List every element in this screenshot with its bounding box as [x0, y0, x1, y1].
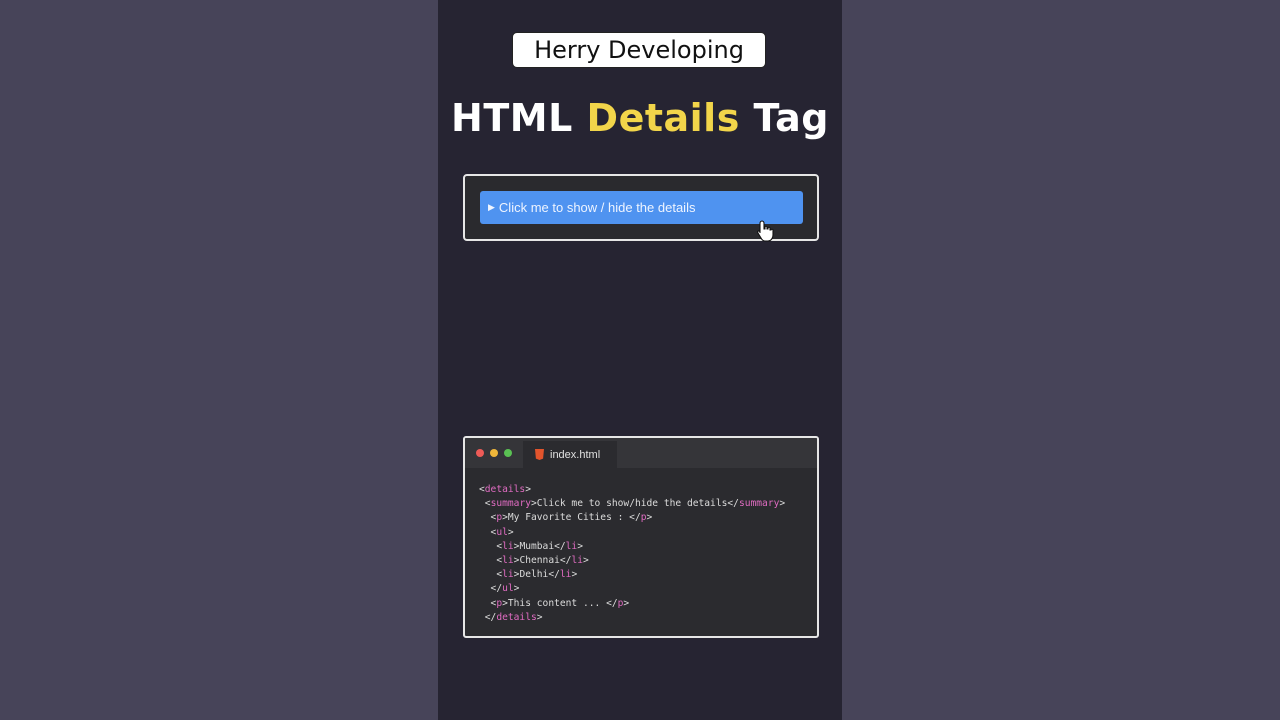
html5-icon	[535, 449, 544, 460]
code-line: <p>This content ... </p>	[479, 597, 785, 611]
code-tag-name: details	[484, 484, 526, 495]
video-frame: Herry Developing HTML Details Tag ▶ Clic…	[438, 0, 842, 720]
code-text: </	[479, 583, 503, 595]
minimize-window-dot[interactable]	[490, 449, 498, 457]
code-tag-name: details	[496, 611, 537, 623]
code-line: <summary>Click me to show/hide the detai…	[479, 497, 785, 511]
page-title: HTML Details Tag	[438, 96, 842, 140]
code-text: >Mumbai</	[513, 540, 566, 552]
code-line: </details>	[479, 611, 785, 625]
code-block: <details> <summary>Click me to show/hide…	[479, 483, 785, 625]
code-text: <	[479, 569, 503, 581]
code-text: >	[571, 569, 578, 581]
code-text: <	[479, 512, 497, 524]
code-line: <li>Mumbai</li>	[479, 540, 785, 554]
code-text: >This content ... </	[502, 597, 618, 609]
code-text: >	[583, 555, 589, 567]
code-editor-window: index.html <details> <summary>Click me t…	[463, 436, 819, 638]
code-tag-name: li	[502, 569, 514, 581]
code-line: <p>My Favorite Cities : </p>	[479, 511, 785, 525]
code-line: <ul>	[479, 526, 785, 540]
code-text: >Click me to show/hide the details</	[531, 498, 739, 510]
code-tag-name: li	[502, 540, 514, 552]
code-tag-name: summary	[738, 498, 780, 510]
code-tag-name: ul	[502, 583, 514, 595]
code-text: >	[513, 583, 520, 595]
code-text: <	[479, 540, 503, 552]
code-text: >Chennai</	[513, 555, 572, 567]
details-summary-toggle[interactable]: ▶ Click me to show / hide the details	[480, 191, 803, 224]
maximize-window-dot[interactable]	[504, 449, 512, 457]
code-line: <details>	[479, 483, 785, 497]
code-text: <	[479, 555, 503, 567]
code-text: <	[479, 498, 491, 510]
tab-label: index.html	[550, 448, 601, 461]
code-text: >	[623, 597, 630, 609]
code-text: >	[507, 526, 514, 538]
code-line: </ul>	[479, 582, 785, 596]
code-line: <li>Delhi</li>	[479, 568, 785, 582]
title-part-2: Tag	[739, 96, 829, 140]
code-text: >	[646, 512, 653, 524]
title-accent: Details	[586, 96, 740, 140]
code-text: <	[479, 597, 497, 609]
editor-titlebar: index.html	[465, 438, 817, 468]
title-part-1: HTML	[451, 96, 587, 140]
details-demo-box: ▶ Click me to show / hide the details	[463, 174, 819, 242]
code-tag-name: li	[502, 555, 514, 567]
disclosure-triangle-icon: ▶	[488, 202, 495, 212]
code-tag-name: li	[565, 540, 578, 552]
tab-index-html[interactable]: index.html	[523, 441, 617, 468]
code-line: <li>Chennai</li>	[479, 554, 785, 568]
code-text: </	[479, 611, 497, 623]
code-text: >My Favorite Cities : </	[502, 512, 641, 524]
code-tag-name: ul	[496, 526, 508, 538]
code-text: >	[536, 611, 543, 623]
code-text: <	[479, 526, 497, 538]
summary-label: Click me to show / hide the details	[498, 200, 696, 215]
code-tag-name: li	[571, 555, 583, 567]
code-text: >	[525, 484, 531, 495]
code-text: >	[577, 540, 583, 552]
close-window-dot[interactable]	[476, 449, 484, 457]
code-text: >	[779, 498, 786, 510]
channel-name-badge: Herry Developing	[512, 32, 766, 68]
hand-pointer-icon	[757, 220, 774, 242]
code-text: >Delhi</	[513, 569, 560, 581]
code-tag-name: li	[559, 569, 572, 581]
code-tag-name: summary	[490, 498, 531, 510]
